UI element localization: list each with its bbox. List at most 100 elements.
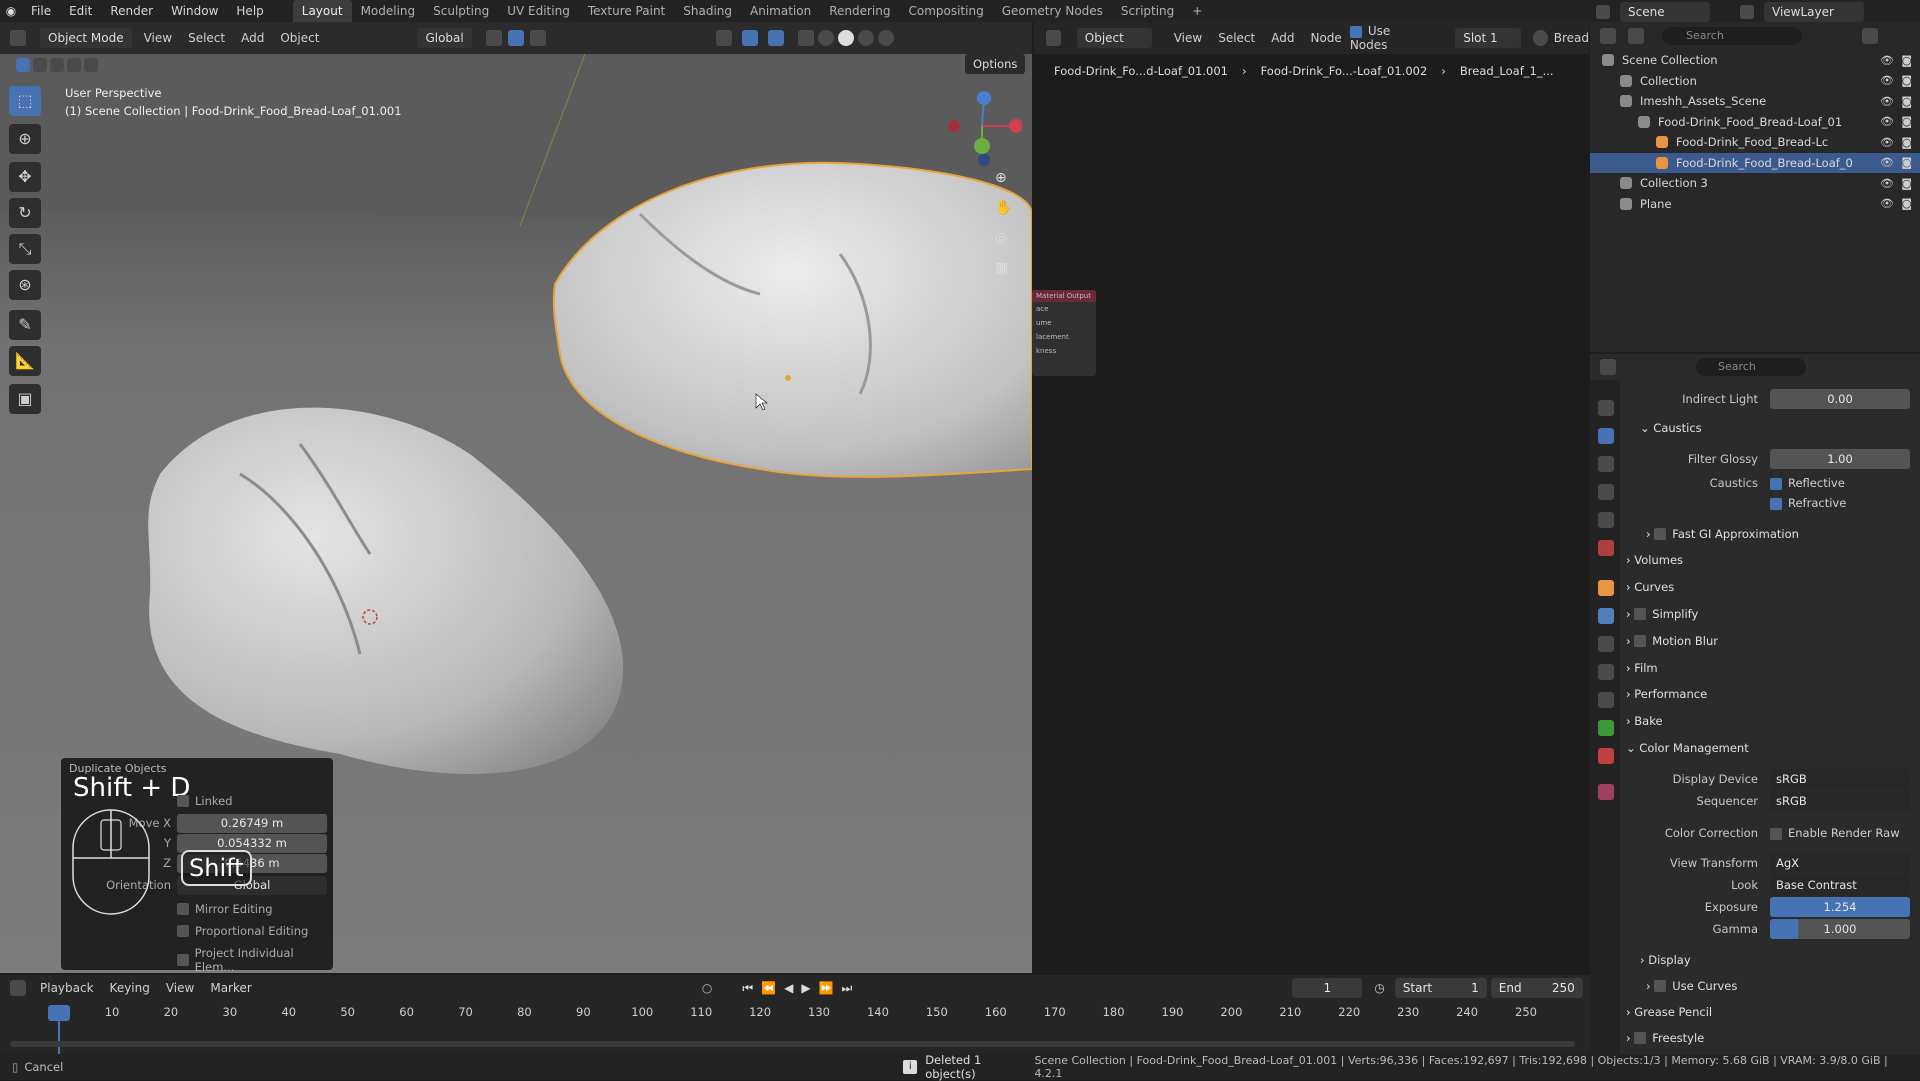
overlay-icon[interactable] bbox=[767, 30, 784, 46]
render-camera-icon[interactable]: ◙ bbox=[1901, 177, 1912, 190]
render-camera-icon[interactable]: ◙ bbox=[1901, 54, 1912, 67]
pivot-icon[interactable] bbox=[485, 30, 502, 46]
select-box-tool[interactable]: ⬚ bbox=[9, 86, 41, 116]
node-menu-add[interactable]: Add bbox=[1263, 31, 1302, 45]
sequencer-dropdown[interactable]: sRGB bbox=[1770, 791, 1910, 811]
grease-pencil-section[interactable]: › Grease Pencil bbox=[1626, 1002, 1910, 1022]
breadcrumb-mesh[interactable]: Food-Drink_Fo...-Loaf_01.002 bbox=[1261, 64, 1428, 78]
look-dropdown[interactable]: Base Contrast bbox=[1770, 875, 1910, 895]
cursor-tool[interactable]: ⊕ bbox=[9, 124, 41, 154]
outliner-panel[interactable]: Search Scene Collection 👁 ◙ Collection 👁 ◙ Ime… bbox=[1590, 22, 1920, 352]
viewport-menu-select[interactable]: Select bbox=[180, 31, 233, 45]
outliner-row[interactable]: Food-Drink_Food_Bread-Loaf_01 👁 ◙ bbox=[1590, 112, 1920, 133]
color-management-section[interactable]: ⌄ Color Management bbox=[1626, 738, 1910, 758]
slot-dropdown[interactable]: Slot 1 bbox=[1455, 28, 1521, 48]
render-camera-icon[interactable]: ◙ bbox=[1901, 197, 1912, 210]
visibility-eye-icon[interactable]: 👁 bbox=[1880, 156, 1894, 169]
outliner-search[interactable]: Search bbox=[1662, 27, 1802, 45]
outliner-row[interactable]: Scene Collection 👁 ◙ bbox=[1590, 50, 1920, 71]
properties-panel[interactable]: Search Indirect Light 0.00 ⌄ Caustics Fil… bbox=[1590, 354, 1920, 1054]
solid-shading-icon[interactable] bbox=[837, 30, 854, 46]
properties-search[interactable]: Search bbox=[1696, 358, 1806, 376]
select-intersect-icon[interactable] bbox=[84, 58, 98, 72]
filter-icon[interactable] bbox=[1862, 28, 1878, 44]
timeline-scrollbar[interactable] bbox=[10, 1041, 1575, 1047]
move-x-field[interactable]: 0.26749 m bbox=[177, 814, 327, 833]
xray-icon[interactable] bbox=[797, 30, 814, 46]
performance-section[interactable]: › Performance bbox=[1626, 684, 1910, 704]
menu-help[interactable]: Help bbox=[227, 4, 272, 18]
linked-checkbox[interactable]: Linked bbox=[177, 794, 233, 808]
ortho-grid-icon[interactable]: ▦ bbox=[995, 260, 1008, 276]
annotate-tool[interactable]: ✎ bbox=[9, 310, 41, 340]
viewport-menu-object[interactable]: Object bbox=[272, 31, 327, 45]
caustics-section[interactable]: ⌄ Caustics bbox=[1640, 418, 1910, 438]
tab-compositing[interactable]: Compositing bbox=[899, 0, 992, 22]
render-camera-icon[interactable]: ◙ bbox=[1901, 136, 1912, 149]
menu-render[interactable]: Render bbox=[101, 4, 162, 18]
object-tab-icon[interactable] bbox=[1598, 580, 1614, 596]
menu-window[interactable]: Window bbox=[162, 4, 227, 18]
transform-orientation-dropdown[interactable]: Global bbox=[417, 28, 472, 48]
blender-logo-icon[interactable]: ◉ bbox=[0, 4, 22, 18]
rendered-shading-icon[interactable] bbox=[877, 30, 894, 46]
visibility-eye-icon[interactable]: 👁 bbox=[1880, 74, 1894, 87]
gizmo-icon[interactable] bbox=[741, 30, 758, 46]
filter-glossy-field[interactable]: 1.00 bbox=[1770, 449, 1910, 469]
breadcrumb-object[interactable]: Food-Drink_Fo...d-Loaf_01.001 bbox=[1054, 64, 1228, 78]
visibility-icon[interactable] bbox=[715, 30, 732, 46]
outliner-row[interactable]: Collection 3 👁 ◙ bbox=[1590, 173, 1920, 194]
output-tab-icon[interactable] bbox=[1598, 456, 1614, 472]
particles-tab-icon[interactable] bbox=[1598, 636, 1614, 652]
transform-tool[interactable]: ⊛ bbox=[9, 270, 41, 300]
proportional-edit-icon[interactable] bbox=[529, 30, 546, 46]
render-camera-icon[interactable]: ◙ bbox=[1901, 95, 1912, 108]
timeline-panel[interactable]: Playback Keying View Marker ○ ⏮ ⏪ ◀ ▶ ⏩ … bbox=[0, 975, 1590, 1054]
render-camera-icon[interactable]: ◙ bbox=[1901, 156, 1912, 169]
shader-node-editor[interactable]: Object View Select Add Node Use Nodes Sl… bbox=[1032, 22, 1589, 973]
motion-blur-section[interactable]: › Motion Blur bbox=[1626, 631, 1910, 651]
camera-view-icon[interactable]: ◎ bbox=[995, 230, 1007, 246]
tab-modeling[interactable]: Modeling bbox=[352, 0, 425, 22]
indirect-light-field[interactable]: 0.00 bbox=[1770, 389, 1910, 409]
outliner-row[interactable]: Imeshh_Assets_Scene 👁 ◙ bbox=[1590, 91, 1920, 112]
reflective-checkbox[interactable]: Reflective bbox=[1770, 476, 1845, 490]
viewport-menu-add[interactable]: Add bbox=[233, 31, 272, 45]
pan-hand-icon[interactable]: ✋ bbox=[995, 200, 1012, 216]
gamma-field[interactable]: 1.000 bbox=[1770, 919, 1910, 939]
material-output-node[interactable]: Material Output ace ume lacement kness bbox=[1032, 290, 1096, 376]
curves-section[interactable]: › Curves bbox=[1626, 577, 1910, 597]
bake-section[interactable]: › Bake bbox=[1626, 711, 1910, 731]
select-subtract-icon[interactable] bbox=[50, 58, 64, 72]
outliner-type-icon[interactable] bbox=[1600, 28, 1616, 44]
visibility-eye-icon[interactable]: 👁 bbox=[1880, 177, 1894, 190]
visibility-eye-icon[interactable]: 👁 bbox=[1880, 136, 1894, 149]
select-invert-icon[interactable] bbox=[67, 58, 81, 72]
scene-tab-icon[interactable] bbox=[1598, 512, 1614, 528]
navigation-gizmo[interactable] bbox=[942, 86, 1022, 166]
editor-type-icon[interactable] bbox=[10, 30, 26, 46]
simplify-section[interactable]: › Simplify bbox=[1626, 604, 1910, 624]
tab-shading[interactable]: Shading bbox=[674, 0, 741, 22]
tool-tab-icon[interactable] bbox=[1598, 400, 1614, 416]
node-menu-select[interactable]: Select bbox=[1210, 31, 1263, 45]
3d-viewport[interactable]: ⬚ ⊕ ✥ ↻ ⤡ ⊛ ✎ 📐 ▣ User Perspective (1) S… bbox=[0, 54, 1032, 973]
modifier-tab-icon[interactable] bbox=[1598, 608, 1614, 624]
playhead[interactable] bbox=[48, 1005, 70, 1021]
viewport-menu-view[interactable]: View bbox=[136, 31, 180, 45]
menu-edit[interactable]: Edit bbox=[60, 4, 101, 18]
refractive-checkbox[interactable]: Refractive bbox=[1770, 496, 1846, 510]
scale-tool[interactable]: ⤡ bbox=[9, 234, 41, 264]
project-individual-checkbox[interactable]: Project Individual Elem... bbox=[177, 946, 333, 973]
options-dropdown[interactable]: Options bbox=[965, 54, 1026, 74]
physics-tab-icon[interactable] bbox=[1598, 664, 1614, 680]
use-curves-subsection[interactable]: › Use Curves bbox=[1646, 976, 1910, 996]
view-transform-dropdown[interactable]: AgX bbox=[1770, 853, 1910, 873]
node-menu-node[interactable]: Node bbox=[1302, 31, 1349, 45]
tab-scripting[interactable]: Scripting bbox=[1112, 0, 1183, 22]
measure-tool[interactable]: 📐 bbox=[9, 346, 41, 376]
mode-dropdown[interactable]: Object Mode bbox=[40, 28, 132, 48]
render-camera-icon[interactable]: ◙ bbox=[1901, 74, 1912, 87]
tab-rendering[interactable]: Rendering bbox=[820, 0, 899, 22]
fast-gi-section[interactable]: › Fast GI Approximation bbox=[1646, 524, 1910, 544]
